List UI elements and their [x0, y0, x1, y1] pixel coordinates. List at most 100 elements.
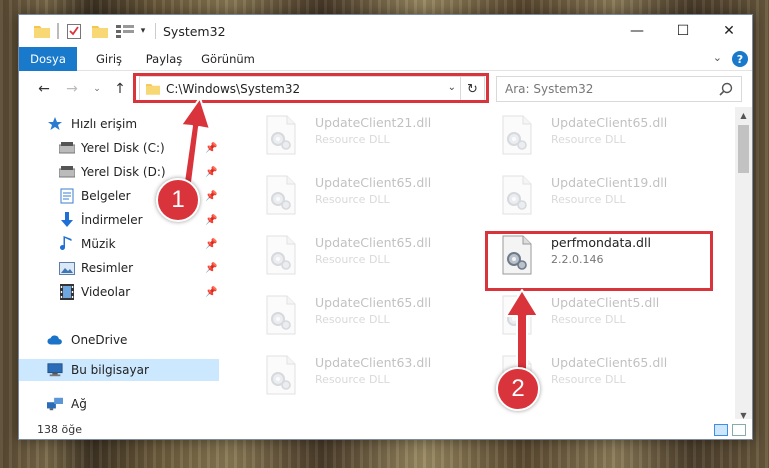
file-name: UpdateClient19.dll	[551, 175, 668, 190]
explorer-window: ▾ System32 — ☐ ✕ Dosya Giriş Paylaş Görü…	[18, 14, 753, 440]
properties-icon[interactable]	[65, 22, 83, 40]
sidebar-item-label: Videolar	[81, 285, 131, 299]
download-icon	[59, 212, 75, 228]
file-description: Resource DLL	[551, 193, 626, 206]
file-name: UpdateClient5.dll	[551, 295, 660, 310]
star-icon	[47, 116, 63, 132]
sidebar-item-label: Ağ	[71, 397, 87, 411]
expand-ribbon-icon[interactable]: ⌄	[713, 51, 722, 64]
tab-share[interactable]: Paylaş	[139, 47, 189, 71]
sidebar-item-onedrive[interactable]: OneDrive	[19, 329, 219, 351]
sidebar-item-label: Resimler	[81, 261, 134, 275]
tab-file[interactable]: Dosya	[19, 47, 77, 71]
sidebar-item-label: Yerel Disk (C:)	[81, 141, 165, 155]
dll-file-icon	[501, 115, 533, 155]
file-description: Resource DLL	[551, 133, 626, 146]
close-button[interactable]: ✕	[706, 15, 752, 47]
item-count: 138 öğe	[37, 423, 82, 436]
dll-file-icon	[501, 175, 533, 215]
sidebar-item-network[interactable]: Ağ	[19, 393, 219, 415]
scrollbar-thumb[interactable]	[738, 125, 749, 173]
pictures-icon	[59, 260, 75, 276]
forward-button[interactable]: →	[63, 80, 81, 98]
minimize-button[interactable]: —	[614, 15, 660, 47]
sidebar-item-videos[interactable]: Videolar 📌	[19, 281, 219, 303]
file-name: UpdateClient65.dll	[551, 115, 668, 130]
file-item[interactable]: UpdateClient19.dll Resource DLL	[485, 171, 715, 227]
annotation-arrow-2	[505, 289, 539, 373]
up-button[interactable]: ↑	[111, 80, 129, 98]
sidebar-item-this-pc[interactable]: Bu bilgisayar	[19, 359, 219, 381]
tab-home[interactable]: Giriş	[87, 47, 131, 71]
recent-locations-icon[interactable]: ⌄	[91, 80, 103, 98]
file-description: Resource DLL	[551, 313, 626, 326]
sidebar-item-label: Yerel Disk (D:)	[81, 165, 166, 179]
file-description: Resource DLL	[315, 133, 390, 146]
file-name: UpdateClient65.dll	[551, 355, 668, 370]
window-title: System32	[163, 24, 226, 39]
drive-icon	[59, 164, 75, 180]
dll-file-icon	[265, 115, 297, 155]
large-icons-view-icon[interactable]	[732, 424, 746, 436]
maximize-button[interactable]: ☐	[660, 15, 706, 47]
file-description: Resource DLL	[315, 253, 390, 266]
file-description: Resource DLL	[315, 313, 390, 326]
documents-icon	[59, 188, 75, 204]
search-placeholder: Ara: System32	[505, 82, 594, 96]
sidebar-item-label: Bu bilgisayar	[71, 363, 149, 377]
file-name: UpdateClient21.dll	[315, 115, 432, 130]
sidebar-item-label: OneDrive	[71, 333, 128, 347]
new-folder-icon[interactable]	[91, 22, 109, 40]
file-item[interactable]: UpdateClient65.dll Resource DLL	[249, 231, 479, 287]
video-icon	[59, 284, 75, 300]
help-icon[interactable]: ?	[732, 51, 748, 67]
view-options-icon[interactable]	[115, 22, 135, 40]
sidebar-item-pictures[interactable]: Resimler 📌	[19, 257, 219, 279]
scroll-up-icon[interactable]: ▲	[735, 107, 752, 123]
pin-icon[interactable]: 📌	[205, 263, 217, 274]
search-input[interactable]: Ara: System32	[496, 76, 742, 102]
step-badge-2: 2	[496, 367, 540, 411]
back-button[interactable]: ←	[35, 80, 53, 98]
file-item[interactable]: UpdateClient65.dll Resource DLL	[485, 111, 715, 167]
file-item[interactable]: UpdateClient65.dll Resource DLL	[249, 171, 479, 227]
search-icon[interactable]	[719, 82, 733, 96]
customize-toolbar-dropdown-icon[interactable]: ▾	[137, 22, 149, 40]
step-badge-1: 1	[156, 178, 200, 222]
pin-icon[interactable]: 📌	[205, 215, 217, 226]
pin-icon[interactable]: 📌	[205, 287, 217, 298]
toolbar-separator	[155, 23, 156, 39]
file-description: Resource DLL	[315, 193, 390, 206]
tab-view[interactable]: Görünüm	[197, 47, 259, 71]
computer-icon	[47, 362, 63, 378]
file-item[interactable]: UpdateClient65.dll Resource DLL	[249, 291, 479, 347]
file-description: Resource DLL	[315, 373, 390, 386]
dll-file-icon	[265, 355, 297, 395]
music-icon	[59, 236, 75, 252]
sidebar-item-label: Hızlı erişim	[71, 117, 138, 131]
file-name: UpdateClient65.dll	[315, 295, 432, 310]
file-item[interactable]: UpdateClient21.dll Resource DLL	[249, 111, 479, 167]
cloud-icon	[47, 332, 63, 348]
details-view-icon[interactable]	[714, 424, 728, 436]
ribbon-tabs: Dosya Giriş Paylaş Görünüm ⌄ ?	[19, 47, 752, 71]
file-highlight-box	[485, 231, 713, 291]
dll-file-icon	[265, 295, 297, 335]
network-icon	[47, 396, 63, 412]
pin-icon[interactable]: 📌	[205, 239, 217, 250]
dll-file-icon	[265, 235, 297, 275]
sidebar-item-label: Müzik	[81, 237, 116, 251]
vertical-scrollbar[interactable]: ▲ ▼	[735, 107, 752, 423]
title-bar: ▾ System32 — ☐ ✕	[19, 15, 752, 47]
file-name: UpdateClient65.dll	[315, 235, 432, 250]
folder-icon[interactable]	[33, 22, 51, 40]
sidebar-item-label: İndirmeler	[81, 213, 143, 227]
file-name: UpdateClient63.dll	[315, 355, 432, 370]
sidebar-item-label: Belgeler	[81, 189, 131, 203]
status-bar: 138 öğe	[19, 419, 752, 439]
sidebar-item-music[interactable]: Müzik 📌	[19, 233, 219, 255]
file-item[interactable]: UpdateClient63.dll Resource DLL	[249, 351, 479, 407]
drive-icon	[59, 140, 75, 156]
file-name: UpdateClient65.dll	[315, 175, 432, 190]
dll-file-icon	[265, 175, 297, 215]
